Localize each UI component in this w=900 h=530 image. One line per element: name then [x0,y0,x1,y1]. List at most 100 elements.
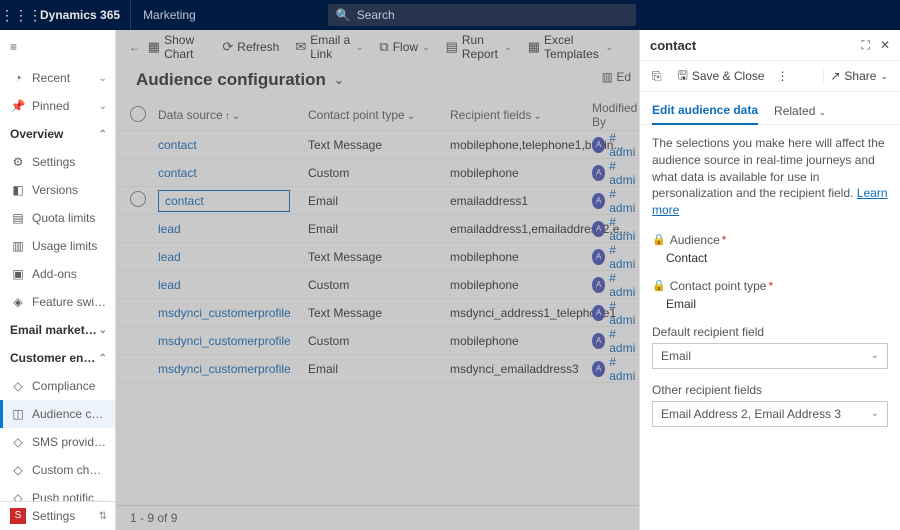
help-text: The selections you make here will affect… [652,135,888,219]
refresh-icon: ⟳ [222,39,233,55]
share-button[interactable]: ↗Share⌄ [823,69,894,83]
default-recipient-label: Default recipient field [652,325,888,339]
cmd-run-report[interactable]: ▤Run Report⌄ [446,33,512,61]
gear-icon: ⚙ [10,155,26,169]
global-search[interactable]: 🔍 Search [328,4,636,26]
other-recipient-select[interactable]: Email Address 2, Email Address 3⌄ [652,401,888,427]
chevron-down-icon[interactable]: ⌄ [605,42,613,53]
nav-sms-providers[interactable]: ◇SMS providers [0,428,115,456]
table-row[interactable]: msdynci_customerprofileText Messagemsdyn… [116,299,639,327]
table-row[interactable]: leadCustommobilephoneA# admi [116,271,639,299]
row-select[interactable] [130,191,146,207]
modified-by-user[interactable]: A# admi [592,327,639,355]
nav-addons[interactable]: ▣Add-ons [0,260,115,288]
panel-title: contact [650,38,852,53]
nav-collapse-icon[interactable]: ≡ [0,30,115,64]
chevron-down-icon[interactable]: ⌄ [880,71,888,82]
data-source-link[interactable]: msdynci_customerprofile [158,306,291,320]
table-row[interactable]: contactCustommobilephoneA# admi [116,159,639,187]
cell-recipient-fields: mobilephone,telephone1,busin... [450,138,592,152]
chevron-down-icon[interactable]: ⌄ [356,42,364,53]
modified-by-user[interactable]: A# admi [592,355,639,383]
avatar-icon: A [592,249,605,265]
nav-settings[interactable]: ⚙Settings [0,148,115,176]
table-row[interactable]: contact Text Messagemobilephone,telephone… [116,131,639,159]
compliance-icon: ◇ [10,379,26,393]
cmd-email-link[interactable]: ✉Email a Link⌄ [295,33,363,61]
col-contact-point[interactable]: Contact point type⌄ [308,108,450,122]
table-row[interactable]: contactEmailemailaddress1A# admi [116,187,639,215]
nav-quota[interactable]: ▤Quota limits [0,204,115,232]
chevron-down-icon[interactable]: ⌄ [422,42,430,53]
cell-contact-point: Text Message [308,138,450,152]
close-icon[interactable]: ✕ [880,38,890,52]
back-button[interactable]: ← [126,40,144,54]
nav-area-switcher[interactable]: SSettings⇅ [0,501,115,530]
table-row[interactable]: msdynci_customerprofileCustommobilephone… [116,327,639,355]
nav-audience-config[interactable]: ◫Audience configu... [0,400,115,428]
expand-icon[interactable]: ⛶ [862,38,870,53]
data-source-link[interactable]: msdynci_customerprofile [158,334,291,348]
view-title[interactable]: Audience configuration⌄ [116,64,639,100]
modified-by-user[interactable]: A# admi [592,243,639,271]
chevron-down-icon[interactable]: ⌄ [407,111,415,122]
default-recipient-select[interactable]: Email⌄ [652,343,888,369]
save-icon: 🖫 [678,66,688,87]
modified-by-user[interactable]: A# admi [592,299,639,327]
col-data-source[interactable]: Data source↑⌄ [158,108,308,122]
cell-contact-point: Custom [308,278,450,292]
cell-recipient-fields: mobilephone [450,166,592,180]
table-row[interactable]: leadEmailemailaddress1,emailaddress2,e..… [116,215,639,243]
modified-by-user[interactable]: A# admi [592,215,639,243]
chevron-down-icon[interactable]: ⌄ [504,42,512,53]
new-record-button[interactable]: ⎘ [646,69,672,84]
tab-edit-audience[interactable]: Edit audience data [652,103,758,125]
cmd-flow[interactable]: ⧉Flow⌄ [379,39,429,55]
cpt-label: 🔒Contact point type* [652,279,888,293]
side-panel: contact ⛶ ✕ ⎘ 🖫Save & Close ⋮ ↗Share⌄ Ed… [639,30,900,530]
app-launcher-icon[interactable]: ⋮⋮⋮ [0,7,30,24]
switch-icon: ◈ [10,295,26,309]
nav-usage[interactable]: ▥Usage limits [0,232,115,260]
chevron-down-icon[interactable]: ⌄ [533,111,541,122]
nav-customer-header[interactable]: Customer engagement⌃ [0,344,115,372]
data-source-link[interactable]: msdynci_customerprofile [158,362,291,376]
col-modified-by[interactable]: Modified By [592,101,639,129]
nav-compliance[interactable]: ◇Compliance [0,372,115,400]
chevron-down-icon[interactable]: ⌄ [232,111,240,122]
chevron-down-icon[interactable]: ⌄ [334,73,344,87]
nav-recent[interactable]: ◔Recent⌄ [0,64,115,92]
table-row[interactable]: msdynci_customerprofileEmailmsdynci_emai… [116,355,639,383]
select-all-checkbox[interactable] [130,106,146,122]
cell-recipient-fields: emailaddress1,emailaddress2,e... [450,222,592,236]
modified-by-user[interactable]: A# admi [592,159,639,187]
cmd-show-chart[interactable]: ▦Show Chart [148,33,207,61]
data-source-link[interactable]: lead [158,278,181,292]
save-close-button[interactable]: 🖫Save & Close [672,66,771,87]
data-source-link[interactable]: contact [158,138,197,152]
nav-feature-switches[interactable]: ◈Feature switches [0,288,115,316]
more-commands-button[interactable]: ⋮ [771,69,795,83]
modified-by-user[interactable]: A# admi [592,271,639,299]
nav-email-header[interactable]: Email marketing⌄ [0,316,115,344]
addons-icon: ▣ [10,267,26,281]
audience-value: Contact [652,251,888,265]
modified-by-user[interactable]: A# admi [592,131,639,159]
data-source-link[interactable]: contact [158,166,197,180]
nav-custom-channels[interactable]: ◇Custom channels [0,456,115,484]
command-bar: ← ▦Show Chart ⟳Refresh ✉Email a Link⌄ ⧉F… [116,30,639,64]
nav-overview-header[interactable]: Overview⌃ [0,120,115,148]
data-source-link[interactable]: lead [158,222,181,236]
table-row[interactable]: leadText MessagemobilephoneA# admi [116,243,639,271]
modified-by-user[interactable]: A# admi [592,187,639,215]
nav-versions[interactable]: ◧Versions [0,176,115,204]
edit-columns-button[interactable]: ▥ Ed [602,70,631,84]
excel-icon: ▦ [528,39,540,55]
cmd-refresh[interactable]: ⟳Refresh [222,39,279,55]
tab-related[interactable]: Related ⌄ [774,104,826,124]
cmd-excel[interactable]: ▦Excel Templates⌄ [528,33,613,61]
nav-pinned[interactable]: 📌Pinned⌄ [0,92,115,120]
col-recipient-fields[interactable]: Recipient fields⌄ [450,108,592,122]
data-source-link[interactable]: contact [158,190,290,212]
data-source-link[interactable]: lead [158,250,181,264]
